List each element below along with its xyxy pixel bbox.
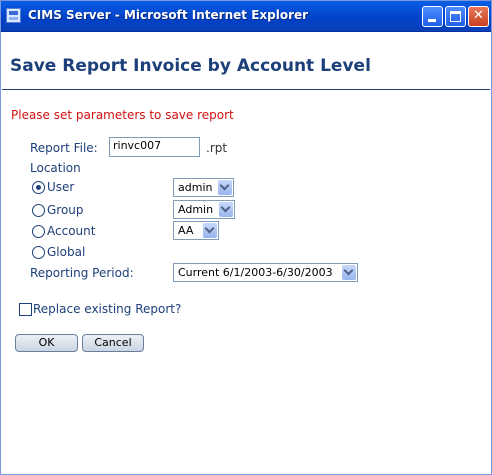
chevron-down-icon xyxy=(203,223,217,238)
reporting-period-label: Reporting Period: xyxy=(30,266,134,280)
close-icon: ✕ xyxy=(473,8,484,23)
radio-global[interactable] xyxy=(32,246,45,259)
account-select[interactable]: AA xyxy=(173,221,219,240)
browser-window: CIMS Server - Microsoft Internet Explore… xyxy=(0,0,492,475)
report-file-label: Report File: xyxy=(30,141,98,155)
radio-user[interactable] xyxy=(32,181,45,194)
report-file-extension: .rpt xyxy=(206,141,228,155)
maximize-icon xyxy=(450,11,461,22)
chevron-down-icon xyxy=(219,202,233,217)
group-select-value: Admin xyxy=(178,203,214,216)
reporting-period-value: Current 6/1/2003-6/30/2003 xyxy=(178,266,333,279)
minimize-button[interactable] xyxy=(422,6,443,27)
radio-account[interactable] xyxy=(32,225,45,238)
radio-group-label: Group xyxy=(47,203,84,217)
header-divider xyxy=(2,89,490,90)
cancel-button[interactable]: Cancel xyxy=(82,334,144,352)
title-bar[interactable]: CIMS Server - Microsoft Internet Explore… xyxy=(1,1,491,32)
radio-user-label: User xyxy=(47,180,75,194)
user-select-value: admin xyxy=(178,181,213,194)
radio-global-label: Global xyxy=(47,245,86,259)
maximize-button[interactable] xyxy=(445,6,466,27)
user-select[interactable]: admin xyxy=(173,178,234,197)
status-message: Please set parameters to save report xyxy=(11,108,234,122)
chevron-down-icon xyxy=(218,180,232,195)
radio-account-label: Account xyxy=(47,224,96,238)
account-select-value: AA xyxy=(178,224,194,237)
ie-window-icon xyxy=(6,8,21,23)
group-select[interactable]: Admin xyxy=(173,200,235,219)
chevron-down-icon xyxy=(342,265,356,280)
reporting-period-select[interactable]: Current 6/1/2003-6/30/2003 xyxy=(173,263,358,282)
report-file-input[interactable]: rinvc007 xyxy=(109,137,200,157)
page-title: Save Report Invoice by Account Level xyxy=(10,56,371,76)
replace-existing-label: Replace existing Report? xyxy=(33,302,182,316)
radio-group[interactable] xyxy=(32,204,45,217)
location-label: Location xyxy=(30,161,81,175)
minimize-icon xyxy=(428,19,436,22)
window-title: CIMS Server - Microsoft Internet Explore… xyxy=(28,8,309,22)
close-button[interactable]: ✕ xyxy=(468,6,489,27)
ok-button[interactable]: OK xyxy=(15,334,78,352)
replace-existing-checkbox[interactable] xyxy=(19,303,32,316)
